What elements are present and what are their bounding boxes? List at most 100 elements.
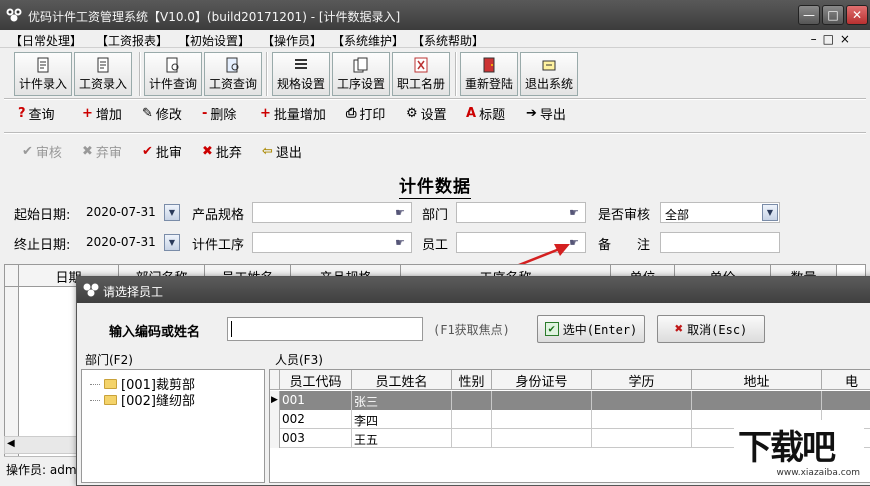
grid-header[interactable]: 员工姓名 — [352, 370, 452, 390]
edit-button[interactable]: ✎ 修改 — [142, 104, 182, 123]
spec-settings-button[interactable]: 规格设置 — [272, 52, 330, 96]
audited-label: 是否审核 — [598, 208, 651, 223]
chevron-down-icon[interactable]: ▼ — [164, 234, 180, 251]
printer-icon: ⎙ — [346, 106, 357, 121]
department-tree: [001]裁剪部 [002]缝纫部 — [81, 369, 265, 483]
mdi-controls[interactable]: –□× — [811, 32, 856, 46]
app-logo-icon — [6, 8, 22, 22]
batch-audit-button[interactable]: ✔ 批审 — [142, 142, 182, 161]
grid-header[interactable]: 性别 — [452, 370, 492, 390]
maximize-button[interactable]: □ — [822, 5, 844, 25]
unaudit-button[interactable]: ✖ 弃审 — [82, 142, 122, 161]
product-spec-input[interactable] — [252, 202, 412, 223]
picker-hand-icon[interactable]: ☛ — [392, 207, 408, 219]
search-label: 输入编码或姓名 — [109, 325, 201, 340]
app-logo-icon — [83, 283, 99, 297]
menu-operator[interactable]: 【操作员】 — [262, 32, 322, 49]
batch-unaudit-button[interactable]: ✖ 批弃 — [202, 142, 242, 161]
batch-add-icon: + — [260, 106, 271, 121]
tree-item[interactable]: [002]缝纫部 — [90, 390, 195, 409]
gear-icon: ⚙ — [406, 106, 418, 121]
doc-search-icon — [226, 57, 239, 73]
delete-button[interactable]: - 删除 — [202, 104, 236, 123]
font-icon: A — [466, 106, 477, 121]
exit-system-button[interactable]: 退出系统 — [520, 52, 578, 96]
product-spec-label: 产品规格 — [192, 208, 245, 223]
menu-help[interactable]: 【系统帮助】 — [412, 32, 484, 49]
menu-daily[interactable]: 【日常处理】 — [10, 32, 82, 49]
exit-icon: ⇦ — [262, 144, 273, 159]
window-title: 优码计件工资管理系统【V10.0】(build20171201) - [计件数据… — [28, 10, 401, 24]
query-button[interactable]: ? 查询 — [18, 104, 55, 123]
picker-hand-icon[interactable]: ☛ — [566, 207, 582, 219]
close-button[interactable]: ✕ — [846, 5, 868, 25]
menu-init-settings[interactable]: 【初始设置】 — [178, 32, 250, 49]
grid-header[interactable]: 学历 — [592, 370, 692, 390]
export-icon: ➔ — [526, 106, 537, 121]
people-section-label: 人员(F3) — [275, 353, 323, 367]
process-settings-button[interactable]: 工序设置 — [332, 52, 390, 96]
wage-entry-button[interactable]: 工资录入 — [74, 52, 132, 96]
employee-code: 002 — [280, 410, 352, 429]
remark-label: 备 注 — [598, 238, 651, 253]
title-button[interactable]: A 标题 — [466, 104, 505, 123]
grid-header[interactable]: 员工代码 — [280, 370, 352, 390]
query-icon: ? — [18, 106, 26, 121]
table-row[interactable]: ▶ 001 张三 — [270, 391, 870, 410]
employee-search-input[interactable] — [227, 317, 423, 341]
process-label: 计件工序 — [192, 238, 245, 253]
select-ok-button[interactable]: ✔ 选中(Enter) — [537, 315, 645, 343]
watermark-logo: 下载吧 www.xiazaiba.com — [734, 420, 864, 478]
delete-icon: - — [202, 106, 208, 121]
horizontal-scrollbar[interactable]: ◀ — [4, 436, 80, 454]
doc-edit-icon — [37, 57, 49, 73]
audit-button[interactable]: ✔ 审核 — [22, 142, 62, 161]
cancel-button[interactable]: ✖ 取消(Esc) — [657, 315, 765, 343]
text-cursor — [231, 321, 232, 337]
settings-button[interactable]: ⚙ 设置 — [406, 104, 447, 123]
chevron-down-icon[interactable]: ▼ — [164, 204, 180, 221]
piece-entry-button[interactable]: 计件录入 — [14, 52, 72, 96]
status-bar: 操作员: admin — [4, 456, 84, 478]
employee-roster-button[interactable]: 职工名册 — [392, 52, 450, 96]
check-icon: ✔ — [22, 144, 33, 159]
relogin-button[interactable]: 重新登陆 — [460, 52, 518, 96]
exit-button[interactable]: ⇦ 退出 — [262, 142, 302, 161]
menu-wage-report[interactable]: 【工资报表】 — [96, 32, 168, 49]
check-icon: ✔ — [544, 322, 559, 336]
process-input[interactable] — [252, 232, 412, 253]
employee-label: 员工 — [422, 238, 449, 253]
menu-system-maint[interactable]: 【系统维护】 — [332, 32, 404, 49]
doc-search-icon — [166, 57, 179, 73]
grid-header[interactable]: 身份证号 — [492, 370, 592, 390]
piece-query-button[interactable]: 计件查询 — [144, 52, 202, 96]
batch-add-button[interactable]: + 批量增加 — [260, 104, 326, 123]
wage-query-button[interactable]: 工资查询 — [204, 52, 262, 96]
focus-hint: (F1获取焦点) — [433, 323, 510, 337]
watermark-text: 下载吧 — [738, 428, 836, 468]
employee-name: 李四 — [352, 410, 452, 429]
export-button[interactable]: ➔ 导出 — [526, 104, 566, 123]
edit-icon: ✎ — [142, 106, 153, 121]
remark-input[interactable] — [660, 232, 780, 253]
grid-corner — [5, 265, 19, 287]
roster-icon — [414, 57, 428, 73]
exit-icon — [542, 60, 556, 71]
start-date-label: 起始日期: — [14, 208, 71, 223]
folder-icon — [104, 394, 117, 405]
toolbar-separator — [139, 52, 141, 96]
employee-name: 张三 — [352, 391, 452, 410]
grid-header[interactable]: 电 — [822, 370, 870, 390]
employee-code: 001 — [280, 391, 352, 410]
picker-hand-icon[interactable]: ☛ — [392, 237, 408, 249]
add-button[interactable]: + 增加 — [82, 104, 122, 123]
minimize-button[interactable]: — — [798, 5, 820, 25]
check-icon: ✔ — [142, 144, 153, 159]
chevron-down-icon[interactable]: ▼ — [762, 204, 778, 221]
close-icon: ✖ — [674, 321, 684, 337]
scroll-left-icon[interactable]: ◀ — [7, 438, 15, 449]
menu-bar: 【日常处理】 【工资报表】 【初始设置】 【操作员】 【系统维护】 【系统帮助】… — [0, 30, 870, 48]
print-button[interactable]: ⎙ 打印 — [346, 104, 385, 123]
grid-header[interactable]: 地址 — [692, 370, 822, 390]
cross-icon: ✖ — [82, 144, 93, 159]
